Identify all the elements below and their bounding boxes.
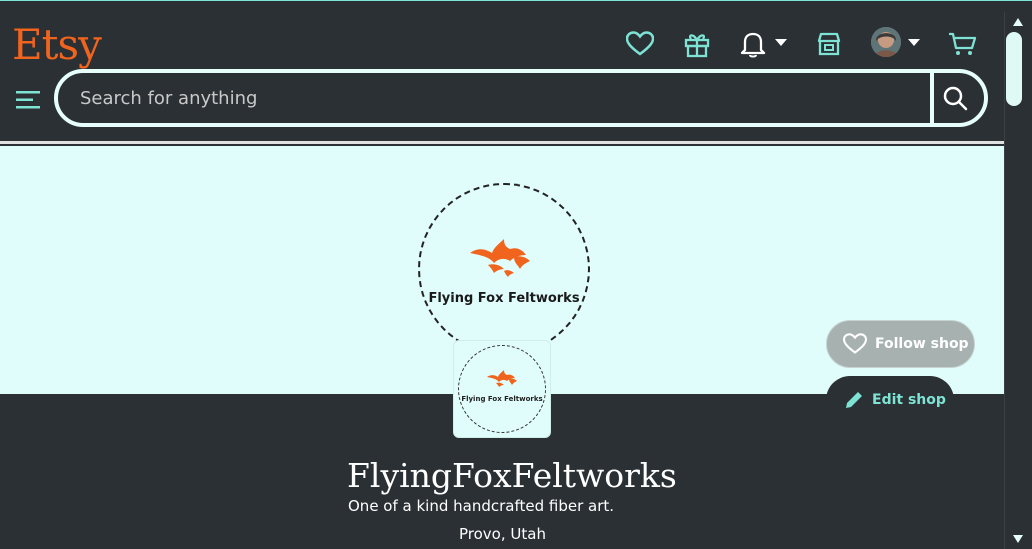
site-header: Etsy	[0, 12, 1004, 143]
shop-avatar: Flying Fox Feltworks	[453, 340, 551, 438]
banner-shop-name: Flying Fox Feltworks	[428, 291, 580, 306]
shop-name: FlyingFoxFeltworks	[347, 456, 677, 495]
gift-icon[interactable]	[681, 28, 713, 60]
notifications-caret-icon[interactable]	[775, 39, 787, 46]
edit-shop-button[interactable]: Edit shop	[826, 376, 954, 424]
bat-icon	[487, 370, 517, 387]
edit-shop-label: Edit shop	[872, 392, 946, 408]
search-bar	[54, 69, 988, 127]
scroll-down-icon[interactable]	[1013, 535, 1023, 543]
account-caret-icon[interactable]	[908, 39, 920, 46]
bat-icon	[470, 239, 530, 277]
store-icon[interactable]	[813, 28, 845, 60]
user-avatar[interactable]	[871, 27, 901, 57]
heart-icon	[843, 333, 867, 354]
scroll-up-icon[interactable]	[1013, 18, 1023, 26]
shop-location: Provo, Utah	[459, 525, 546, 543]
shop-banner-logo: Flying Fox Feltworks	[418, 183, 590, 355]
follow-shop-label: Follow shop	[875, 336, 969, 352]
search-icon	[943, 86, 968, 111]
search-button[interactable]	[930, 73, 980, 123]
top-border	[0, 0, 1032, 12]
scrollbar-thumb[interactable]	[1006, 32, 1022, 106]
header-divider	[0, 141, 1004, 144]
cart-icon[interactable]	[946, 28, 978, 60]
shop-avatar-name: Flying Fox Feltworks	[461, 395, 543, 403]
shop-tagline: One of a kind handcrafted fiber art.	[348, 497, 615, 515]
etsy-logo[interactable]: Etsy	[12, 20, 102, 69]
heart-icon[interactable]	[624, 28, 656, 60]
search-input[interactable]	[58, 73, 934, 123]
hamburger-icon[interactable]	[16, 90, 40, 110]
follow-shop-button[interactable]: Follow shop	[826, 320, 975, 368]
bell-icon[interactable]	[737, 28, 769, 60]
pencil-icon	[846, 392, 862, 408]
